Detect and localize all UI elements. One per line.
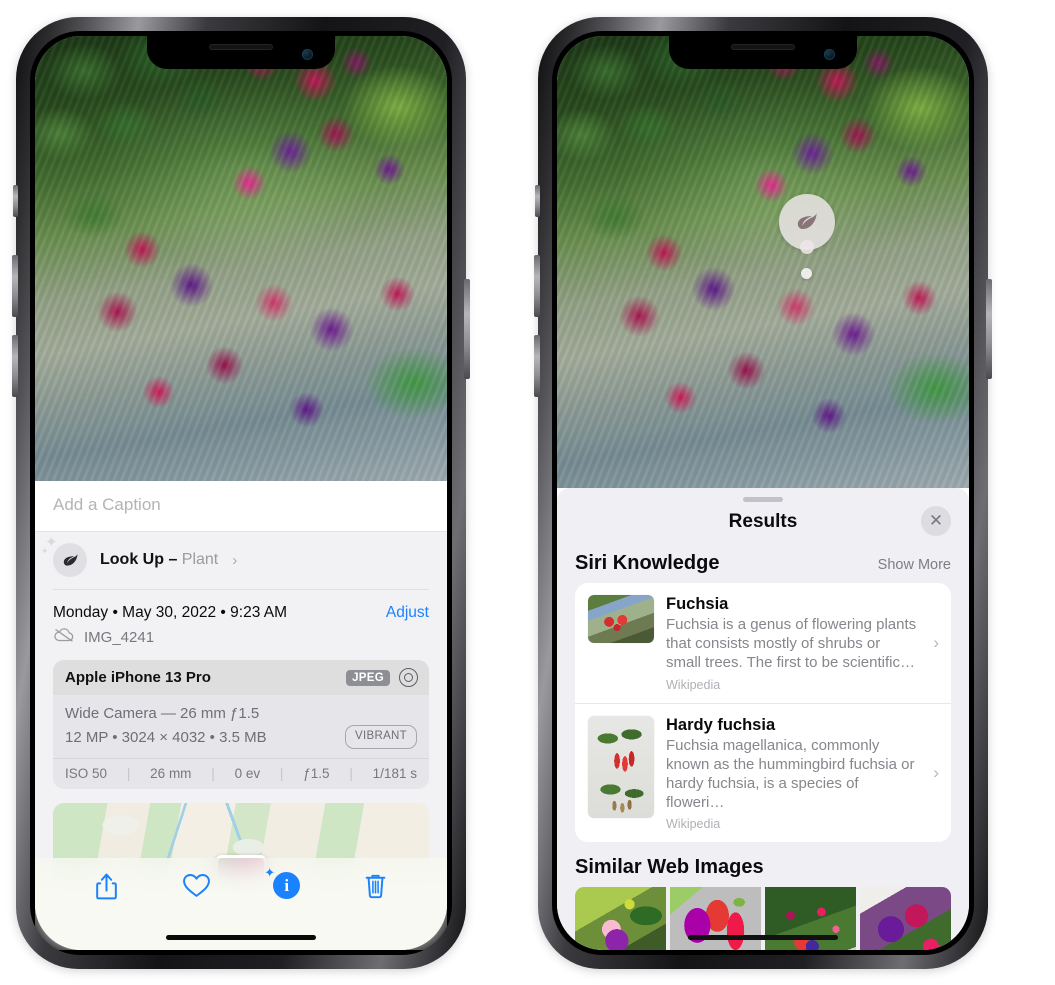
look-up-label: Look Up – Plant (100, 551, 218, 569)
volume-up-button[interactable] (12, 255, 18, 317)
list-item[interactable]: Fuchsia Fuchsia is a genus of flowering … (575, 583, 951, 703)
share-button[interactable] (94, 872, 119, 901)
list-item-description: Fuchsia magellanica, commonly known as t… (666, 736, 915, 812)
size-info: 12 MP • 3024 × 4032 • 3.5 MB (65, 728, 267, 746)
exif-body: Wide Camera — 26 mm ƒ1.5 12 MP • 3024 × … (53, 695, 429, 759)
web-image-1[interactable] (575, 887, 666, 950)
web-image-2[interactable] (670, 887, 761, 950)
favorite-button[interactable] (182, 872, 211, 898)
siri-knowledge-header: Siri Knowledge Show More (557, 546, 969, 583)
lens-info: Wide Camera — 26 mm ƒ1.5 (65, 705, 260, 722)
list-item-source: Wikipedia (666, 677, 721, 692)
delete-button[interactable] (363, 872, 388, 900)
front-camera-icon (302, 49, 313, 60)
web-image-3[interactable] (765, 887, 856, 950)
device-bezel: Results ✕ Siri Knowledge Show More Fuchs… (552, 31, 974, 955)
exif-card[interactable]: Apple iPhone 13 Pro JPEG Wide Camera — 2… (53, 660, 429, 790)
look-up-row[interactable]: ✦ ✦ Look Up – Plant › (35, 532, 447, 589)
list-item-description: Fuchsia is a genus of flowering plants t… (666, 616, 917, 672)
web-image-4[interactable] (860, 887, 951, 950)
info-circle-icon: i (273, 872, 301, 899)
mute-switch[interactable] (13, 185, 18, 217)
earpiece-speaker (731, 44, 795, 50)
home-indicator[interactable] (166, 935, 316, 940)
volume-down-button[interactable] (534, 335, 540, 397)
exif-stat-aperture: ƒ1.5 (303, 766, 330, 782)
home-indicator[interactable] (688, 935, 838, 940)
show-more-button[interactable]: Show More (878, 557, 951, 573)
exif-stat-focal: 26 mm (150, 766, 192, 782)
screen-right: Results ✕ Siri Knowledge Show More Fuchs… (557, 36, 969, 950)
iphone-left-photos-info: Add a Caption ✦ ✦ Look Up – Plant › Mond… (12, 17, 470, 969)
similar-web-images-header: Similar Web Images (557, 842, 969, 887)
photo-viewer[interactable] (557, 36, 969, 488)
aperture-icon (399, 668, 418, 687)
power-button[interactable] (464, 279, 470, 379)
earpiece-speaker (209, 44, 273, 50)
list-item-body: Hardy fuchsia Fuchsia magellanica, commo… (666, 716, 919, 832)
stat-separator: | (349, 766, 353, 782)
camera-device-name: Apple iPhone 13 Pro (65, 669, 211, 686)
stat-separator: | (211, 766, 215, 782)
chevron-right-icon: › (933, 763, 939, 783)
list-item-body: Fuchsia Fuchsia is a genus of flowering … (666, 595, 919, 692)
device-bezel: Add a Caption ✦ ✦ Look Up – Plant › Mond… (30, 31, 452, 955)
look-up-title: Look Up – (100, 551, 182, 568)
list-item-title: Fuchsia (666, 595, 729, 613)
sparkle-icon: ✦ (264, 865, 276, 880)
info-button[interactable]: ✦ i (264, 865, 301, 899)
notch (147, 36, 335, 69)
volume-down-button[interactable] (12, 335, 18, 397)
size-info-row: 12 MP • 3024 × 4032 • 3.5 MB VIBRANT (65, 725, 417, 750)
stat-separator: | (126, 766, 131, 782)
list-item-source: Wikipedia (666, 817, 721, 832)
section-title-similar-web-images: Similar Web Images (575, 856, 764, 879)
badge-tail (800, 240, 814, 254)
exif-header-tags: JPEG (346, 668, 418, 687)
sheet-header: Results ✕ (557, 502, 969, 546)
visual-look-up-anchor-dot (801, 268, 812, 279)
siri-knowledge-card: Fuchsia Fuchsia is a genus of flowering … (575, 583, 951, 843)
fuchsia-thumbnail (588, 595, 654, 643)
look-up-subject: Plant (181, 551, 219, 568)
exif-stats: ISO 50 | 26 mm | 0 ev | ƒ1.5 | 1/181 s (53, 758, 429, 789)
exif-stat-ev: 0 ev (234, 766, 261, 782)
leaf-icon: ✦ ✦ (41, 535, 87, 577)
chevron-right-icon: › (933, 633, 939, 653)
adjust-button[interactable]: Adjust (386, 604, 429, 622)
icloud-slash-icon (53, 627, 75, 648)
front-camera-icon (824, 49, 835, 60)
exif-stat-iso: ISO 50 (65, 766, 108, 782)
results-sheet: Results ✕ Siri Knowledge Show More Fuchs… (557, 488, 969, 950)
list-item-title: Hardy fuchsia (666, 715, 776, 734)
quality-badge: VIBRANT (345, 725, 417, 750)
screenshot-stage: Add a Caption ✦ ✦ Look Up – Plant › Mond… (0, 0, 1055, 985)
mute-switch[interactable] (535, 185, 540, 217)
hardy-fuchsia-thumbnail (588, 715, 654, 818)
photo-viewer[interactable] (35, 36, 447, 481)
chevron-right-icon: › (232, 551, 238, 569)
volume-up-button[interactable] (534, 255, 540, 317)
format-badge: JPEG (346, 669, 390, 686)
iphone-right-visual-lookup: Results ✕ Siri Knowledge Show More Fuchs… (534, 17, 992, 969)
list-item[interactable]: Hardy fuchsia Fuchsia magellanica, commo… (575, 702, 951, 843)
file-name: IMG_4241 (84, 629, 155, 646)
close-icon[interactable]: ✕ (921, 506, 951, 536)
section-title-siri-knowledge: Siri Knowledge (575, 552, 720, 574)
exif-header: Apple iPhone 13 Pro JPEG (53, 660, 429, 695)
notch (669, 36, 857, 69)
stat-separator: | (279, 766, 284, 782)
visual-look-up-badge[interactable] (779, 194, 835, 254)
caption-input[interactable]: Add a Caption (35, 481, 447, 532)
screen-left: Add a Caption ✦ ✦ Look Up – Plant › Mond… (35, 36, 447, 950)
similar-web-images-strip[interactable] (575, 887, 951, 950)
photo-date: Monday • May 30, 2022 • 9:23 AM (53, 604, 288, 621)
sparkle-small-icon: ✦ (41, 546, 49, 556)
sheet-title: Results (728, 511, 798, 532)
power-button[interactable] (986, 279, 992, 379)
exif-stat-shutter: 1/181 s (372, 766, 417, 782)
file-row: IMG_4241 (35, 625, 447, 660)
date-row: Monday • May 30, 2022 • 9:23 AM Adjust (35, 590, 447, 625)
